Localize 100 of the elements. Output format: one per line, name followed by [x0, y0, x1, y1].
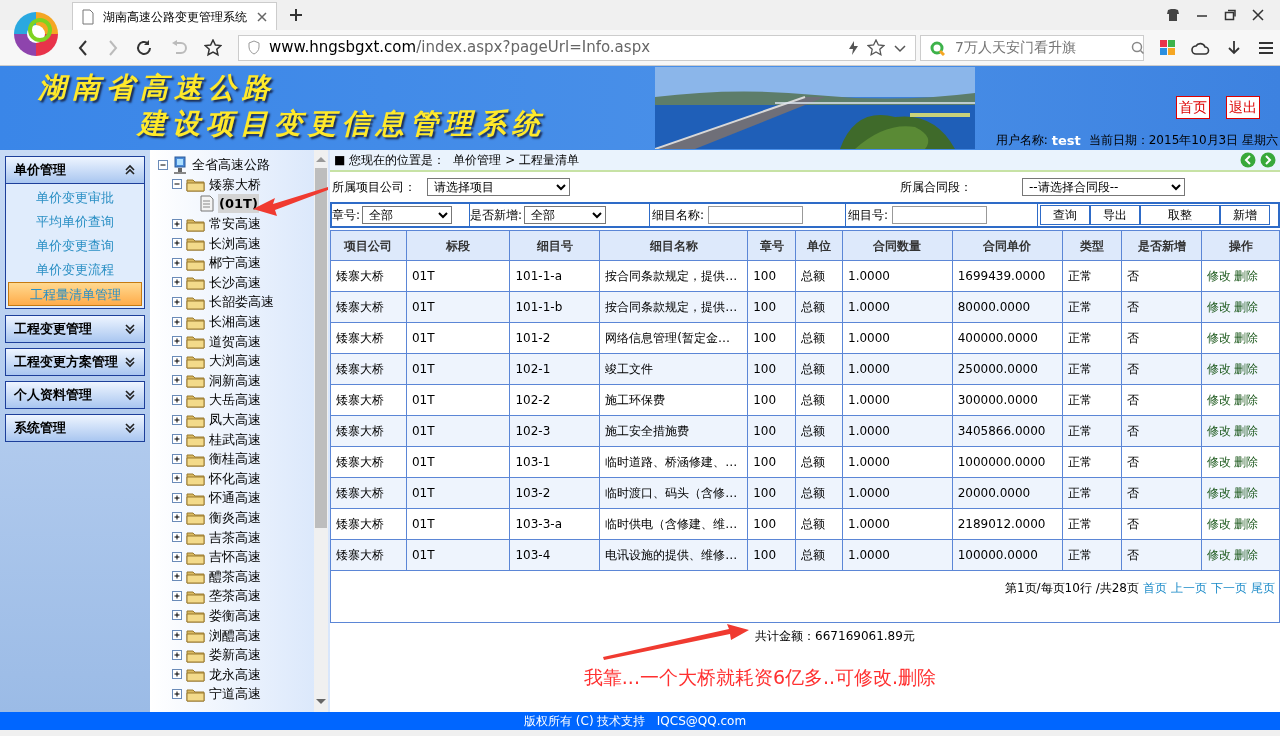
action-link[interactable]: 删除 — [1234, 455, 1258, 469]
action-link[interactable]: 修改 — [1207, 455, 1231, 469]
menu-group-header[interactable]: 单价管理 — [5, 156, 145, 184]
tree-node[interactable]: 怀化高速 — [209, 468, 261, 488]
tree-node[interactable]: 衡炎高速 — [209, 508, 261, 527]
text-field[interactable] — [892, 206, 988, 224]
filter-button[interactable]: 取整 — [1140, 205, 1220, 225]
shirt-icon[interactable] — [1165, 8, 1180, 22]
expand-icon[interactable] — [124, 422, 136, 434]
expand-icon[interactable] — [172, 630, 182, 641]
tree-node[interactable]: 浏醴高速 — [209, 625, 261, 645]
collapse-icon[interactable] — [124, 164, 136, 176]
select-field[interactable]: 请选择项目 — [427, 178, 570, 196]
expand-icon[interactable] — [172, 551, 182, 562]
select-field[interactable]: 全部 — [524, 206, 607, 224]
action-link[interactable]: 修改 — [1207, 362, 1231, 376]
action-link[interactable]: 修改 — [1207, 424, 1231, 438]
tree-node[interactable]: 全省高速公路 — [192, 155, 270, 175]
expand-icon[interactable] — [172, 453, 182, 464]
tree-node[interactable]: 醴茶高速 — [209, 566, 261, 586]
action-link[interactable]: 删除 — [1234, 517, 1258, 531]
tree-node[interactable]: 吉茶高速 — [209, 527, 261, 547]
action-link[interactable]: 删除 — [1234, 393, 1258, 407]
page-link[interactable]: 上一页 — [1171, 579, 1207, 597]
apps-icon[interactable] — [1160, 40, 1175, 55]
scrollbar[interactable] — [314, 150, 328, 712]
action-link[interactable]: 删除 — [1234, 424, 1258, 438]
filter-button[interactable]: 导出 — [1090, 205, 1140, 225]
expand-icon[interactable] — [172, 296, 182, 307]
action-link[interactable]: 修改 — [1207, 486, 1231, 500]
tree-node[interactable]: 长浏高速 — [209, 233, 261, 253]
restore-icon[interactable] — [1224, 9, 1236, 21]
action-link[interactable]: 删除 — [1234, 548, 1258, 562]
expand-icon[interactable] — [172, 688, 182, 699]
expand-icon[interactable] — [172, 492, 182, 503]
star-icon[interactable] — [204, 38, 222, 57]
download-icon[interactable] — [1226, 39, 1242, 56]
page-link[interactable]: 尾页 — [1251, 579, 1275, 597]
tree-node[interactable]: 大岳高速 — [209, 390, 261, 410]
action-link[interactable]: 修改 — [1207, 393, 1231, 407]
expand-icon[interactable] — [124, 389, 136, 401]
filter-button[interactable]: 查询 — [1040, 205, 1090, 225]
tree-node[interactable]: 常安高速 — [209, 214, 261, 234]
close-icon[interactable] — [1252, 9, 1264, 21]
expand-icon[interactable] — [172, 473, 182, 484]
action-link[interactable]: 删除 — [1234, 269, 1258, 283]
expand-icon[interactable] — [124, 356, 136, 368]
tree-node[interactable]: 郴宁高速 — [209, 253, 261, 273]
tree-node[interactable]: 衡桂高速 — [209, 449, 261, 469]
tree-node[interactable]: 凤大高速 — [209, 410, 261, 429]
action-link[interactable]: 修改 — [1207, 517, 1231, 531]
expand-icon[interactable] — [172, 512, 182, 523]
search-icon[interactable] — [1131, 40, 1145, 55]
action-link[interactable]: 删除 — [1234, 362, 1258, 376]
scrollbar-thumb[interactable] — [315, 168, 327, 528]
tree-node[interactable]: 娄衡高速 — [209, 605, 261, 625]
tree-node[interactable]: 矮寨大桥 — [209, 174, 261, 194]
tree-node[interactable]: 怀通高速 — [209, 488, 261, 508]
expand-icon[interactable] — [124, 323, 136, 335]
expand-icon[interactable] — [172, 316, 182, 327]
new-tab-icon[interactable] — [289, 8, 303, 22]
action-link[interactable]: 删除 — [1234, 331, 1258, 345]
expand-icon[interactable] — [172, 218, 182, 229]
tree-node[interactable]: 桂武高速 — [209, 429, 261, 449]
close-icon[interactable] — [256, 10, 268, 23]
action-link[interactable]: 修改 — [1207, 331, 1231, 345]
menu-group-header[interactable]: 系统管理 — [5, 414, 145, 442]
expand-icon[interactable] — [172, 571, 182, 582]
expand-icon[interactable] — [172, 257, 182, 268]
reload-icon[interactable] — [136, 38, 154, 57]
forward-icon[interactable] — [1260, 152, 1276, 168]
tree-node[interactable]: 大浏高速 — [209, 351, 261, 371]
menu-group-header[interactable]: 工程变更管理 — [5, 315, 145, 343]
back-icon[interactable] — [76, 38, 90, 57]
tree-node[interactable]: 吉怀高速 — [209, 547, 261, 567]
action-link[interactable]: 删除 — [1234, 300, 1258, 314]
select-field[interactable]: 全部 — [362, 206, 453, 224]
search-field[interactable]: 7万人天安门看升旗 — [920, 34, 1144, 61]
expand-icon[interactable] — [172, 649, 182, 660]
expand-icon[interactable] — [172, 414, 182, 425]
expand-icon[interactable] — [172, 394, 182, 405]
expand-icon[interactable] — [172, 355, 182, 366]
expand-icon[interactable] — [172, 669, 182, 680]
tree-node[interactable]: 龙永高速 — [209, 664, 261, 684]
address-field[interactable]: www.hngsbgxt.com/index.aspx?pageUrl=Info.aspx — [238, 34, 916, 61]
expand-icon[interactable] — [172, 238, 182, 249]
action-link[interactable]: 删除 — [1234, 486, 1258, 500]
header-link[interactable]: 退出 — [1226, 96, 1260, 119]
tree-node[interactable]: 长沙高速 — [209, 272, 261, 292]
action-link[interactable]: 修改 — [1207, 269, 1231, 283]
star-icon[interactable] — [867, 38, 885, 57]
tree-node[interactable]: 长韶娄高速 — [209, 292, 274, 312]
menu-group-header[interactable]: 个人资料管理 — [5, 381, 145, 409]
page-link[interactable]: 下一页 — [1211, 579, 1247, 597]
tree-node[interactable]: (01T) — [218, 194, 259, 214]
tree-node[interactable]: 长湘高速 — [209, 312, 261, 332]
text-field[interactable] — [708, 206, 804, 224]
header-link[interactable]: 首页 — [1176, 96, 1210, 119]
tree-node[interactable]: 娄新高速 — [209, 645, 261, 665]
action-link[interactable]: 修改 — [1207, 300, 1231, 314]
